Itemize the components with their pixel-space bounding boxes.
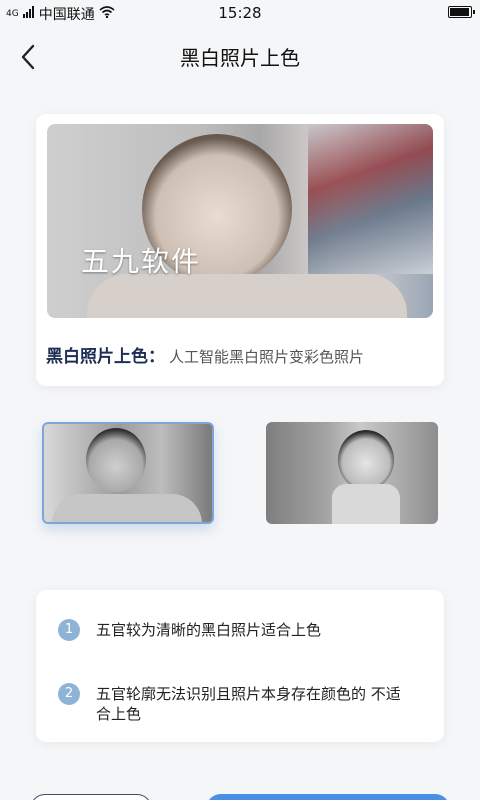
secondary-button[interactable] <box>30 794 152 800</box>
battery-icon <box>448 6 475 18</box>
clock: 15:28 <box>218 4 262 22</box>
tips-card: 1 五官较为清晰的黑白照片适合上色 2 五官轮廓无法识别且照片本身存在颜色的 不… <box>36 590 444 742</box>
tip-number-badge: 1 <box>58 619 80 641</box>
status-bar: 4G 中国联通 15:28 <box>0 0 480 26</box>
tip-number-badge: 2 <box>58 683 80 705</box>
tip-text: 五官轮廓无法识别且照片本身存在颜色的 不适合上色 <box>96 685 401 723</box>
sample-photo-1[interactable] <box>42 422 214 524</box>
caption-description: 人工智能黑白照片变彩色照片 <box>169 348 365 366</box>
watermark-text: 五九软件 <box>81 245 202 278</box>
page-title: 黑白照片上色 <box>180 46 300 70</box>
tip-text: 五官较为清晰的黑白照片适合上色 <box>96 621 322 639</box>
feature-card: 五九软件 黑白照片上色： 人工智能黑白照片变彩色照片 <box>36 114 444 386</box>
feature-caption: 黑白照片上色： 人工智能黑白照片变彩色照片 <box>46 342 364 367</box>
nav-header: 黑白照片上色 <box>0 26 480 90</box>
caption-title: 黑白照片上色： <box>46 347 165 367</box>
tip-item: 1 五官较为清晰的黑白照片适合上色 <box>58 619 408 641</box>
primary-button[interactable] <box>206 794 450 800</box>
sample-photo-2[interactable] <box>266 422 438 524</box>
tip-item: 2 五官轮廓无法识别且照片本身存在颜色的 不适合上色 <box>58 683 408 724</box>
example-photo: 五九软件 <box>47 124 433 318</box>
